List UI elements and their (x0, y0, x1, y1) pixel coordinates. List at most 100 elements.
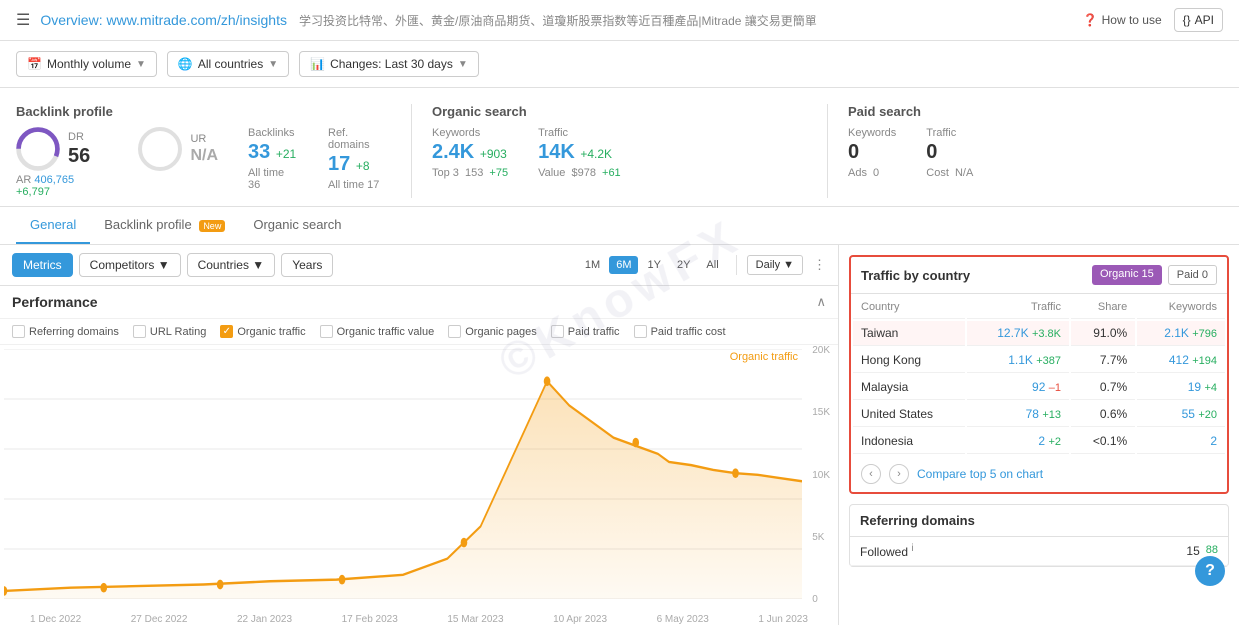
how-to-use-btn[interactable]: ❓ How to use (1083, 13, 1162, 27)
cb-box-paid-traffic-cost (634, 325, 647, 338)
dr-donut-chart (16, 127, 60, 171)
performance-chart (4, 349, 802, 599)
ur-circle (138, 127, 182, 171)
backlink-profile-group: Backlink profile DR 56 AR 406,765 (16, 104, 391, 198)
cb-box-organic-pages (448, 325, 461, 338)
hamburger-icon[interactable]: ☰ (16, 10, 30, 30)
question-icon: ❓ (1083, 13, 1098, 27)
years-btn[interactable]: Years (281, 253, 333, 277)
chart-area: Metrics Competitors ▼ Countries ▼ Years … (0, 245, 839, 625)
paid-search-group: Paid search Keywords 0 Ads 0 Traffic 0 C… (848, 104, 1223, 198)
tabs-bar: General Backlink profile New Organic sea… (0, 207, 1239, 245)
checkbox-organic-traffic-value[interactable]: Organic traffic value (320, 325, 435, 338)
checkbox-organic-pages[interactable]: Organic pages (448, 325, 537, 338)
share-cell: 0.6% (1071, 402, 1135, 427)
cb-box-referring (12, 325, 25, 338)
right-panel: Traffic by country Organic 15 Paid 0 Cou… (839, 245, 1239, 625)
ar-stat: AR 406,765 +6,797 (16, 174, 108, 198)
time-2y-btn[interactable]: 2Y (670, 256, 697, 274)
organic-search-group: Organic search Keywords 2.4K +903 Top 3 … (432, 104, 807, 198)
monthly-volume-filter[interactable]: 📅 Monthly volume ▼ (16, 51, 157, 77)
chart-toolbar: Metrics Competitors ▼ Countries ▼ Years … (0, 245, 838, 286)
content-area: Metrics Competitors ▼ Countries ▼ Years … (0, 245, 1239, 625)
table-row: Hong Kong 1.1K +387 7.7% 412 +194 (853, 348, 1225, 373)
top-nav: ☰ Overview: www.mitrade.com/zh/insights … (0, 0, 1239, 41)
prev-page-btn[interactable]: ‹ (861, 464, 881, 484)
tbc-table: Country Traffic Share Keywords Taiwan 12… (851, 294, 1227, 456)
organic-traffic-chart-label: Organic traffic (730, 351, 798, 363)
ref-followed-label: Followed i (860, 543, 1186, 559)
col-country: Country (853, 296, 965, 319)
table-row: Taiwan 12.7K +3.8K 91.0% 2.1K +796 (853, 321, 1225, 346)
traffic-cell: 12.7K +3.8K (967, 321, 1069, 346)
checkbox-organic-traffic[interactable]: Organic traffic (220, 325, 305, 338)
page-subtitle: 学习投资比特常、外匯、黄金/原油商品期货、道瓊斯股票指数等近百種產品|Mitra… (299, 12, 1083, 29)
country-cell: Malaysia (853, 375, 965, 400)
checkbox-url-rating[interactable]: URL Rating (133, 325, 206, 338)
country-cell: Indonesia (853, 429, 965, 454)
globe-icon: 🌐 (178, 57, 193, 71)
keywords-cell: 2 (1137, 429, 1225, 454)
metrics-btn[interactable]: Metrics (12, 253, 73, 277)
referring-domains-section: Referring domains Followed i 15 88 (849, 504, 1229, 567)
share-cell: 7.7% (1071, 348, 1135, 373)
table-row: Malaysia 92 –1 0.7% 19 +4 (853, 375, 1225, 400)
checkbox-paid-traffic-cost[interactable]: Paid traffic cost (634, 325, 726, 338)
col-traffic: Traffic (967, 296, 1069, 319)
stats-section: Backlink profile DR 56 AR 406,765 (0, 88, 1239, 207)
daily-btn[interactable]: Daily ▼ (747, 255, 803, 275)
tab-organic-search[interactable]: Organic search (239, 207, 355, 244)
time-6m-btn[interactable]: 6M (609, 256, 638, 274)
tab-general[interactable]: General (16, 207, 90, 244)
dr-stat: DR 56 AR 406,765 +6,797 (16, 127, 108, 198)
paid-search-title: Paid search (848, 104, 1223, 119)
country-cell: Hong Kong (853, 348, 965, 373)
keywords-cell: 19 +4 (1137, 375, 1225, 400)
country-cell: United States (853, 402, 965, 427)
checkbox-paid-traffic[interactable]: Paid traffic (551, 325, 620, 338)
time-all-btn[interactable]: All (699, 256, 725, 274)
keywords-cell: 2.1K +796 (1137, 321, 1225, 346)
time-1y-btn[interactable]: 1Y (640, 256, 667, 274)
table-row: United States 78 +13 0.6% 55 +20 (853, 402, 1225, 427)
keywords-cell: 412 +194 (1137, 348, 1225, 373)
changes-filter[interactable]: 📊 Changes: Last 30 days ▼ (299, 51, 479, 77)
tab-backlink-profile[interactable]: Backlink profile New (90, 207, 239, 244)
dr-value-group: DR 56 (68, 131, 90, 168)
nav-right: ❓ How to use {} API (1083, 8, 1223, 32)
share-cell: 91.0% (1071, 321, 1135, 346)
tbc-paid-tab[interactable]: Paid 0 (1168, 265, 1217, 285)
chevron-down-icon: ▼ (252, 258, 264, 272)
compare-chart-link[interactable]: Compare top 5 on chart (917, 467, 1043, 481)
next-page-btn[interactable]: › (889, 464, 909, 484)
performance-title: Performance (12, 294, 98, 310)
more-options-btn[interactable]: ⋮ (813, 257, 826, 273)
collapse-btn[interactable]: ∧ (816, 294, 826, 310)
ur-stat: UR N/A (138, 127, 218, 171)
checkbox-referring-domains[interactable]: Referring domains (12, 325, 119, 338)
tbc-organic-tab[interactable]: Organic 15 (1092, 265, 1162, 285)
col-keywords: Keywords (1137, 296, 1225, 319)
country-cell: Taiwan (853, 321, 965, 346)
ref-followed-row: Followed i 15 88 (850, 537, 1228, 566)
calendar-icon: 📅 (27, 57, 42, 71)
help-button[interactable]: ? (1195, 556, 1225, 586)
chevron-down-icon: ▼ (136, 59, 146, 70)
countries-btn[interactable]: Countries ▼ (187, 253, 276, 277)
competitors-btn[interactable]: Competitors ▼ (79, 253, 181, 277)
backlinks-stat: Backlinks 33 +21 All time 36 (248, 127, 298, 191)
api-button[interactable]: {} API (1174, 8, 1223, 32)
chevron-down-icon: ▼ (458, 59, 468, 70)
tbc-header: Traffic by country Organic 15 Paid 0 (851, 257, 1227, 294)
time-1m-btn[interactable]: 1M (578, 256, 607, 274)
ur-container: UR N/A (138, 127, 218, 171)
cb-box-paid-traffic (551, 325, 564, 338)
organic-traffic-stat: Traffic 14K +4.2K Value $978 +61 (538, 127, 621, 179)
dr-container: DR 56 (16, 127, 108, 171)
countries-filter[interactable]: 🌐 All countries ▼ (167, 51, 289, 77)
traffic-cell: 78 +13 (967, 402, 1069, 427)
traffic-cell: 92 –1 (967, 375, 1069, 400)
traffic-cell: 1.1K +387 (967, 348, 1069, 373)
chevron-down-icon: ▼ (783, 259, 794, 271)
tbc-tabs: Organic 15 Paid 0 (1092, 265, 1217, 285)
